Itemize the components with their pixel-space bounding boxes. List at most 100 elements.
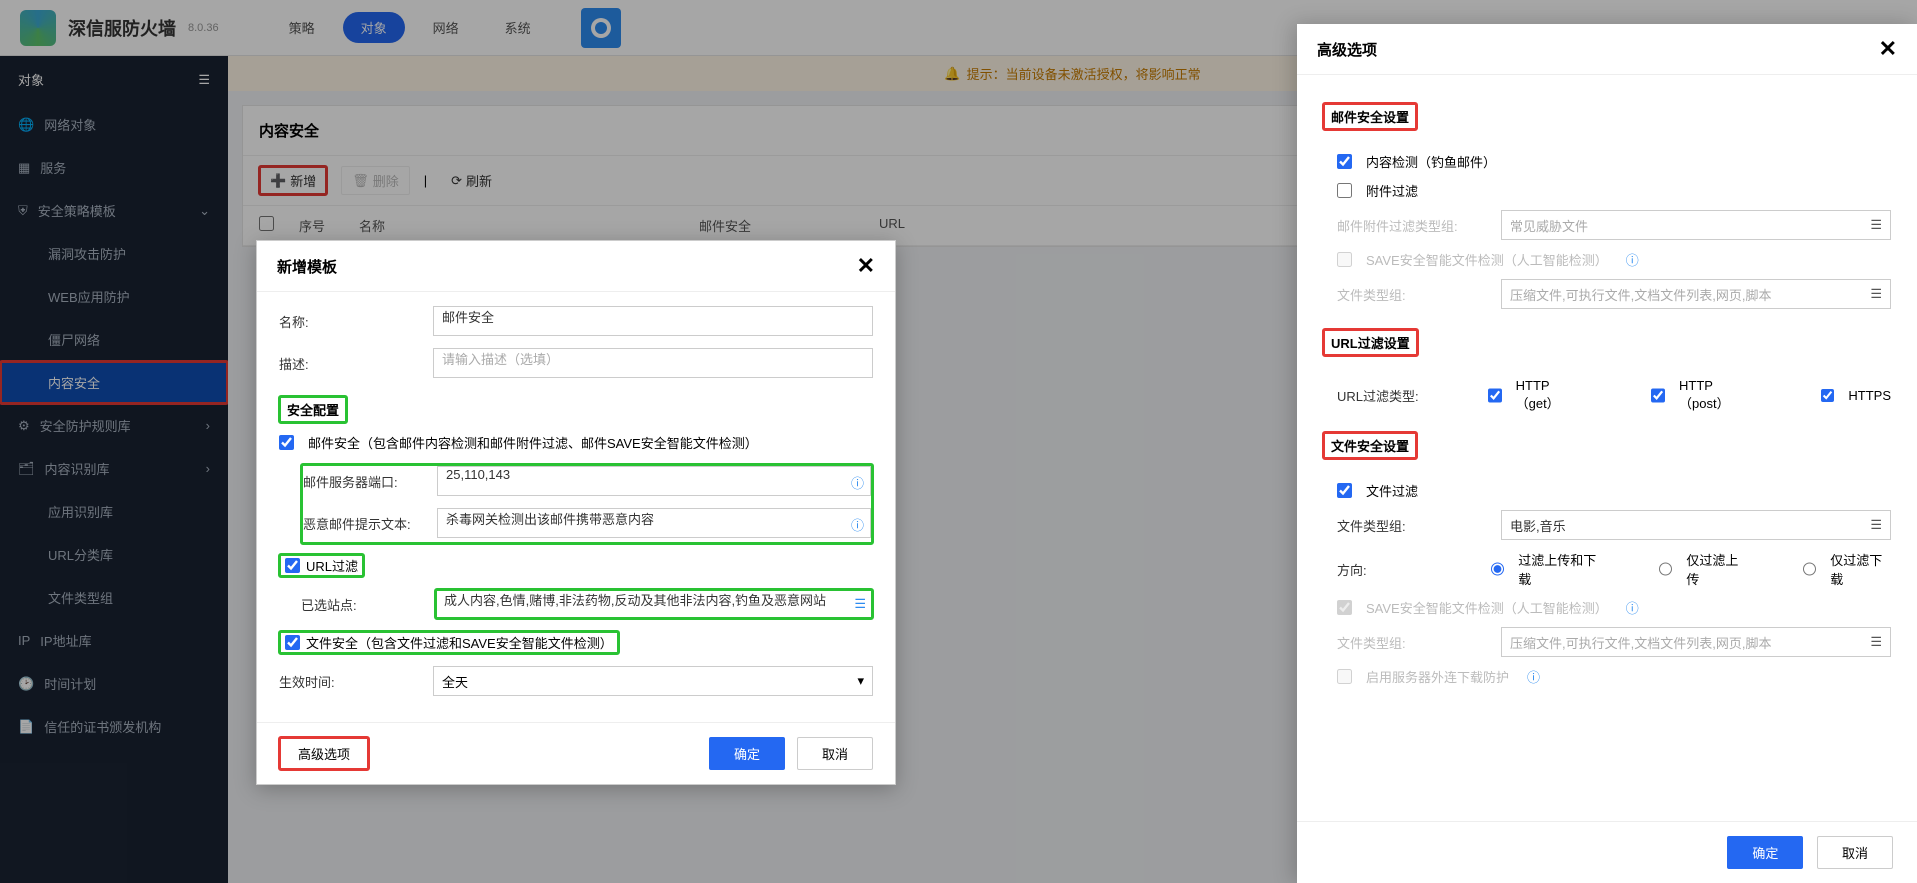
close-icon[interactable]: ✕ bbox=[1879, 36, 1897, 62]
folder-icon: 🗂 bbox=[18, 461, 35, 477]
list-icon[interactable]: ☰ bbox=[1870, 217, 1882, 233]
mail-malware-label: 恶意邮件提示文本: bbox=[303, 514, 423, 533]
sidebar-item-rule-lib[interactable]: ⚙安全防护规则库› bbox=[0, 404, 228, 447]
ok-button[interactable]: 确定 bbox=[709, 737, 785, 770]
refresh-button[interactable]: ⟳刷新 bbox=[441, 167, 502, 194]
filetype-input[interactable]: 压缩文件,可执行文件,文档文件列表,网页,脚本☰ bbox=[1501, 279, 1891, 309]
desc-label: 描述: bbox=[279, 354, 419, 373]
dir-both-radio[interactable] bbox=[1491, 562, 1504, 576]
mail-security-label: 邮件安全（包含邮件内容检测和邮件附件过滤、邮件SAVE安全智能文件检测） bbox=[308, 433, 758, 452]
sidebar-sub-file-lib[interactable]: 文件类型组 bbox=[0, 576, 228, 619]
url-filter-section: URL过滤设置 bbox=[1323, 329, 1418, 356]
advanced-options-drawer: 高级选项 ✕ 邮件安全设置 内容检测（钓鱼邮件） 附件过滤 邮件附件过滤类型组:… bbox=[1297, 24, 1917, 883]
save-detect-checkbox bbox=[1337, 252, 1352, 267]
close-icon[interactable]: ✕ bbox=[857, 253, 875, 279]
delete-button[interactable]: 🗑删除 bbox=[341, 166, 410, 195]
col-name: 名称 bbox=[359, 216, 699, 235]
list-icon[interactable]: ☰ bbox=[1870, 634, 1882, 650]
info-icon[interactable]: ⓘ bbox=[851, 515, 864, 534]
cancel-button[interactable]: 取消 bbox=[797, 737, 873, 770]
nav-network[interactable]: 网络 bbox=[415, 12, 477, 43]
modal-header: 新增模板 ✕ bbox=[257, 241, 895, 292]
sidebar-item-cert[interactable]: 📄信任的证书颁发机构 bbox=[0, 705, 228, 748]
sidebar-item-time[interactable]: 🕑时间计划 bbox=[0, 662, 228, 705]
drawer-cancel-button[interactable]: 取消 bbox=[1817, 836, 1893, 869]
refresh-icon: ⟳ bbox=[451, 173, 462, 189]
advanced-options-button[interactable]: 高级选项 bbox=[279, 737, 369, 770]
list-icon[interactable]: ☰ bbox=[854, 596, 866, 612]
info-icon[interactable]: ⓘ bbox=[1626, 598, 1639, 617]
nav-system[interactable]: 系统 bbox=[487, 12, 549, 43]
list-icon[interactable]: ☰ bbox=[1870, 286, 1882, 302]
file-filter-label: 文件过滤 bbox=[1366, 481, 1418, 500]
new-template-modal: 新增模板 ✕ 名称: 邮件安全 描述: 请输入描述（选填） 安全配置 邮件安全（包含… bbox=[256, 240, 896, 785]
attach-group-input[interactable]: 常见威胁文件☰ bbox=[1501, 210, 1891, 240]
version: 8.0.36 bbox=[188, 22, 219, 34]
top-tool-icon[interactable] bbox=[581, 8, 621, 48]
col-url: URL bbox=[879, 216, 905, 235]
server-dl-checkbox bbox=[1337, 669, 1352, 684]
select-all-checkbox[interactable] bbox=[259, 216, 274, 231]
grid-icon: ▦ bbox=[18, 160, 30, 176]
file-group-input[interactable]: 电影,音乐☰ bbox=[1501, 510, 1891, 540]
info-icon[interactable]: ⓘ bbox=[1626, 250, 1639, 269]
sidebar-item-service[interactable]: ▦服务 bbox=[0, 146, 228, 189]
desc-input[interactable]: 请输入描述（选填） bbox=[433, 348, 873, 378]
info-icon[interactable]: ⓘ bbox=[851, 473, 864, 492]
file-filter-checkbox[interactable] bbox=[1337, 483, 1352, 498]
mail-malware-input[interactable]: 杀毒网关检测出该邮件携带恶意内容ⓘ bbox=[437, 508, 871, 538]
drawer-header: 高级选项 ✕ bbox=[1297, 24, 1917, 75]
add-button[interactable]: ➕新增 bbox=[259, 166, 327, 195]
https-checkbox[interactable] bbox=[1821, 388, 1835, 403]
sidebar-sub-vuln[interactable]: 漏洞攻击防护 bbox=[0, 232, 228, 275]
url-site-input[interactable]: 成人内容,色情,赌博,非法药物,反动及其他非法内容,钓鱼及恶意网站☰ bbox=[435, 589, 873, 619]
file-security-checkbox[interactable] bbox=[285, 635, 300, 650]
save-detect-label: SAVE安全智能文件检测（人工智能检测） bbox=[1366, 250, 1608, 269]
url-filter-checkbox[interactable] bbox=[285, 558, 300, 573]
sidebar-sub-content-security[interactable]: 内容安全 bbox=[0, 361, 228, 404]
modal-title: 新增模板 bbox=[277, 256, 337, 277]
collapse-icon[interactable]: ☰ bbox=[198, 72, 210, 88]
mail-port-input[interactable]: 25,110,143ⓘ bbox=[437, 466, 871, 496]
file-group2-input[interactable]: 压缩文件,可执行文件,文档文件列表,网页,脚本☰ bbox=[1501, 627, 1891, 657]
globe-icon: 🌐 bbox=[18, 117, 34, 133]
sidebar-item-network-obj[interactable]: 🌐网络对象 bbox=[0, 103, 228, 146]
content-detect-checkbox[interactable] bbox=[1337, 154, 1352, 169]
sidebar-sub-web[interactable]: WEB应用防护 bbox=[0, 275, 228, 318]
dir-both-label: 过滤上传和下载 bbox=[1518, 550, 1603, 588]
sidebar-item-policy-tpl[interactable]: ⛨安全策略模板⌄ bbox=[0, 189, 228, 232]
name-label: 名称: bbox=[279, 312, 419, 331]
name-input[interactable]: 邮件安全 bbox=[433, 306, 873, 336]
http-get-label: HTTP（get） bbox=[1516, 378, 1587, 412]
list-icon[interactable]: ☰ bbox=[1870, 517, 1882, 533]
nav-policy[interactable]: 策略 bbox=[271, 12, 333, 43]
sidebar-sub-app-lib[interactable]: 应用识别库 bbox=[0, 490, 228, 533]
http-get-checkbox[interactable] bbox=[1488, 388, 1502, 403]
sidebar-item-content-lib[interactable]: 🗂内容识别库› bbox=[0, 447, 228, 490]
nav-object[interactable]: 对象 bbox=[343, 12, 405, 43]
db-icon: ⚙ bbox=[18, 418, 30, 434]
dir-up-radio[interactable] bbox=[1659, 562, 1672, 576]
drawer-ok-button[interactable]: 确定 bbox=[1727, 836, 1803, 869]
security-config-title: 安全配置 bbox=[279, 396, 347, 423]
drawer-title: 高级选项 bbox=[1317, 39, 1377, 60]
sidebar-sub-url-lib[interactable]: URL分类库 bbox=[0, 533, 228, 576]
file-security-label: 文件安全（包含文件过滤和SAVE安全智能文件检测） bbox=[306, 633, 613, 652]
sidebar-header: 对象 ☰ bbox=[0, 56, 228, 103]
dir-down-radio[interactable] bbox=[1803, 562, 1816, 576]
shield-icon: ⛨ bbox=[18, 203, 28, 219]
sidebar-item-ip-lib[interactable]: IPIP地址库 bbox=[0, 619, 228, 662]
trash-icon: 🗑 bbox=[352, 173, 369, 189]
info-icon[interactable]: ⓘ bbox=[1527, 667, 1540, 686]
chevron-down-icon: ⌄ bbox=[199, 203, 210, 219]
direction-label: 方向: bbox=[1337, 560, 1477, 579]
clock-icon: 🕑 bbox=[18, 676, 34, 692]
dir-up-label: 仅过滤上传 bbox=[1686, 550, 1747, 588]
https-label: HTTPS bbox=[1848, 388, 1891, 403]
mail-security-checkbox[interactable] bbox=[279, 435, 294, 450]
http-post-checkbox[interactable] bbox=[1651, 388, 1665, 403]
sidebar-sub-botnet[interactable]: 僵尸网络 bbox=[0, 318, 228, 361]
time-select[interactable]: 全天▾ bbox=[433, 666, 873, 696]
attach-filter-checkbox[interactable] bbox=[1337, 183, 1352, 198]
attach-group-label: 邮件附件过滤类型组: bbox=[1337, 216, 1487, 235]
